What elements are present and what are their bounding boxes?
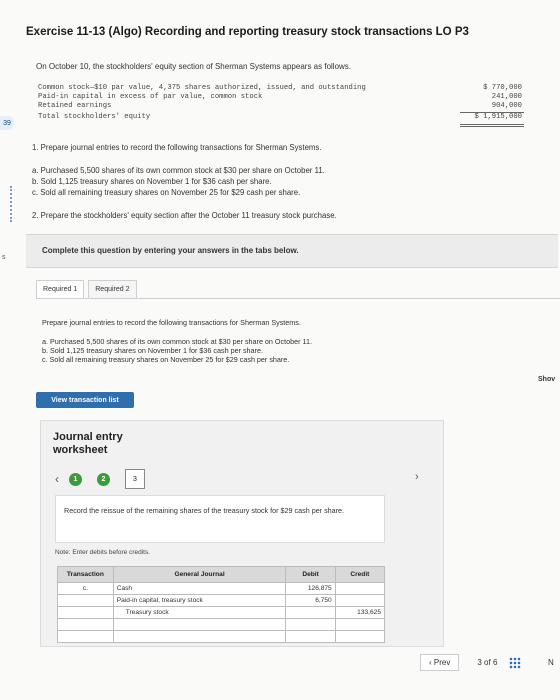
cell-account[interactable]: Paid-in capital, treasury stock bbox=[112, 594, 287, 607]
total-rule bbox=[460, 112, 524, 113]
intro-text: On October 10, the stockholders' equity … bbox=[36, 62, 352, 71]
cell-credit[interactable] bbox=[334, 594, 386, 607]
worksheet-title: Journal entry worksheet bbox=[53, 431, 123, 456]
double-rule-top bbox=[460, 124, 524, 125]
table-row bbox=[57, 618, 386, 631]
table-row bbox=[57, 630, 386, 643]
cell-debit[interactable] bbox=[285, 606, 336, 619]
question-1: 1. Prepare journal entries to record the… bbox=[32, 143, 322, 152]
exercise-title: Exercise 11-13 (Algo) Recording and repo… bbox=[26, 26, 469, 38]
view-transaction-list-button[interactable]: View transaction list bbox=[36, 392, 134, 408]
step-1-complete[interactable]: 1 bbox=[69, 472, 82, 486]
required-item-c: c. Sold all remaining treasury shares on… bbox=[42, 355, 290, 364]
required-instruction: Prepare journal entries to record the fo… bbox=[42, 318, 301, 327]
cell-debit[interactable]: 126,875 bbox=[285, 582, 336, 595]
equity-value-common-stock: $ 770,000 bbox=[483, 84, 522, 92]
total-pages: 6 bbox=[492, 658, 498, 667]
step-3-current[interactable]: 3 bbox=[125, 469, 145, 489]
step-instruction-text: Record the reissue of the remaining shar… bbox=[64, 506, 345, 515]
question-pager: ‹ Prev 3 of 6 bbox=[420, 654, 522, 671]
table-row: Treasury stock 133,625 bbox=[57, 606, 386, 619]
required-item-b: b. Sold 1,125 treasury shares on Novembe… bbox=[42, 346, 263, 355]
table-row: c. Cash 126,875 bbox=[57, 582, 386, 595]
equity-value-paid-in: 241,000 bbox=[491, 93, 522, 101]
prev-label: Prev bbox=[433, 658, 451, 667]
prev-step-arrow-icon[interactable]: ‹ bbox=[55, 472, 59, 486]
equity-value-retained: 904,000 bbox=[491, 102, 522, 110]
answer-tabs: Required 1 Required 2 bbox=[36, 280, 141, 299]
equity-row-total: Total stockholders' equity bbox=[38, 113, 151, 121]
show-link[interactable]: Shov bbox=[538, 376, 555, 383]
step-instruction-box: Record the reissue of the remaining shar… bbox=[55, 495, 385, 543]
worksheet-step-nav: ‹ 1 2 3 bbox=[55, 469, 145, 489]
equity-row-retained: Retained earnings bbox=[38, 102, 112, 110]
cell-account[interactable] bbox=[112, 630, 287, 643]
cell-transaction[interactable] bbox=[57, 606, 114, 619]
step-2-complete[interactable]: 2 bbox=[97, 472, 110, 486]
header-credit: Credit bbox=[334, 566, 386, 583]
cell-credit[interactable] bbox=[334, 582, 386, 595]
grid-icon[interactable] bbox=[509, 656, 522, 669]
instructions-text: Complete this question by entering your … bbox=[42, 246, 299, 255]
cell-transaction[interactable] bbox=[57, 618, 114, 631]
required-item-a: a. Purchased 5,500 shares of its own com… bbox=[42, 337, 312, 346]
equity-value-total: $ 1,915,000 bbox=[474, 113, 522, 121]
double-rule-bottom bbox=[460, 126, 524, 127]
cell-transaction[interactable]: c. bbox=[57, 582, 114, 595]
header-debit: Debit bbox=[285, 566, 336, 583]
cell-debit[interactable] bbox=[285, 630, 336, 643]
tab-required-1[interactable]: Required 1 bbox=[36, 280, 85, 299]
instructions-bar: Complete this question by entering your … bbox=[26, 234, 558, 268]
debits-note: Note: Enter debits before credits. bbox=[55, 549, 151, 556]
journal-table: Transaction General Journal Debit Credit… bbox=[57, 566, 386, 643]
cell-account[interactable] bbox=[112, 618, 287, 631]
side-letter: s bbox=[2, 254, 6, 261]
next-step-arrow-icon[interactable]: › bbox=[415, 471, 419, 483]
cell-credit[interactable] bbox=[334, 618, 386, 631]
prev-button[interactable]: ‹ Prev bbox=[420, 654, 460, 671]
cell-credit[interactable] bbox=[334, 630, 386, 643]
equity-row-paid-in: Paid-in capital in excess of par value, … bbox=[38, 93, 263, 101]
of-label: of bbox=[484, 658, 491, 667]
journal-entry-worksheet: Journal entry worksheet ‹ 1 2 3 › Record… bbox=[40, 420, 444, 647]
equity-row-common-stock: Common stock—$10 par value, 4,375 shares… bbox=[38, 84, 366, 92]
question-1a: a. Purchased 5,500 shares of its own com… bbox=[32, 166, 325, 175]
cell-debit[interactable] bbox=[285, 618, 336, 631]
header-transaction: Transaction bbox=[57, 566, 114, 583]
current-page: 3 bbox=[477, 658, 482, 667]
cell-credit[interactable]: 133,625 bbox=[334, 606, 386, 619]
side-tab-badge[interactable]: 39 bbox=[0, 116, 14, 130]
cell-account[interactable]: Cash bbox=[112, 582, 287, 595]
question-1c: c. Sold all remaining treasury shares on… bbox=[32, 188, 301, 197]
tab-required-2[interactable]: Required 2 bbox=[88, 280, 137, 299]
side-dotted-handle bbox=[0, 186, 12, 222]
next-button[interactable]: N bbox=[548, 658, 554, 667]
header-general-journal: General Journal bbox=[112, 566, 287, 583]
cell-transaction[interactable] bbox=[57, 594, 114, 607]
question-2: 2. Prepare the stockholders' equity sect… bbox=[32, 211, 337, 220]
cell-account[interactable]: Treasury stock bbox=[112, 606, 287, 619]
cell-debit[interactable]: 6,750 bbox=[285, 594, 336, 607]
question-1b: b. Sold 1,125 treasury shares on Novembe… bbox=[32, 177, 272, 186]
cell-transaction[interactable] bbox=[57, 630, 114, 643]
table-row: Paid-in capital, treasury stock 6,750 bbox=[57, 594, 386, 607]
